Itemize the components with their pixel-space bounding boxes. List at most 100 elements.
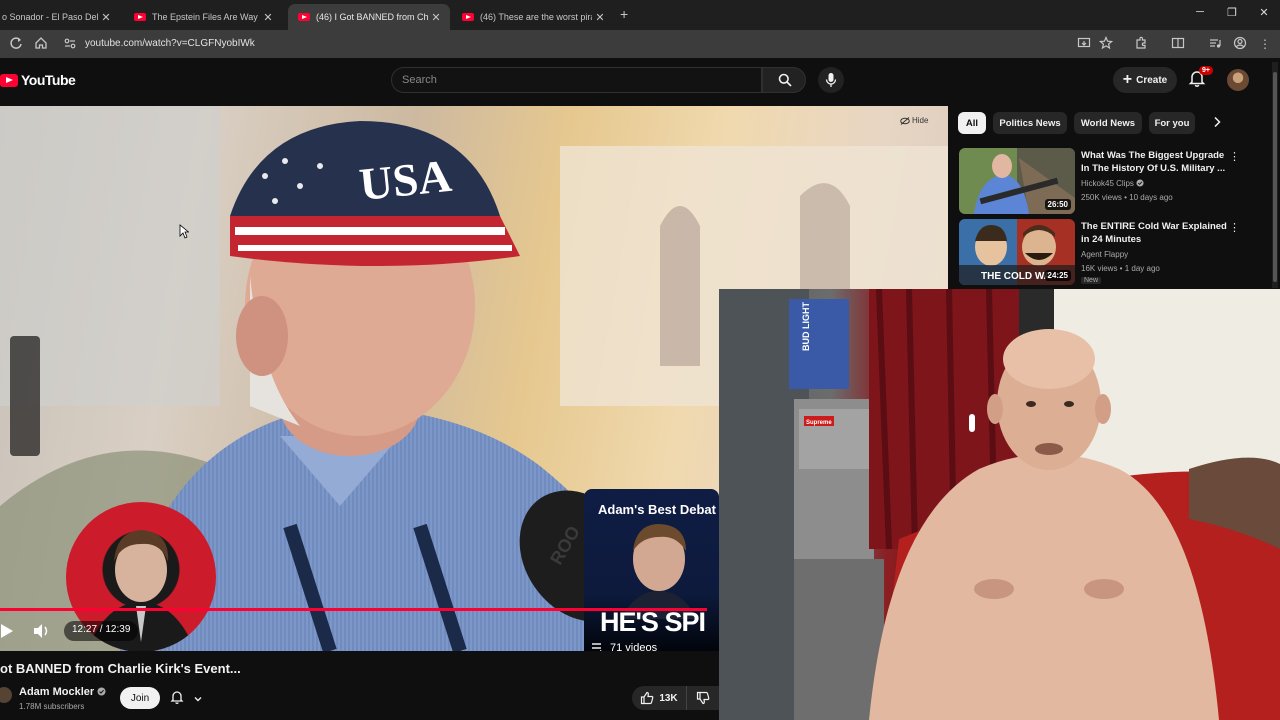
- verified-icon: [97, 687, 106, 696]
- join-button[interactable]: Join: [120, 687, 160, 709]
- browser-tab[interactable]: (46) These are the worst pirate ✕: [452, 4, 614, 30]
- chip-politics-news[interactable]: Politics News: [993, 112, 1067, 134]
- youtube-header: YouTube + Create 9+: [0, 58, 1280, 106]
- hide-label: Hide: [912, 116, 929, 125]
- close-icon[interactable]: ✕: [428, 11, 444, 24]
- video-thumbnail[interactable]: THE COLD WA 24:25: [959, 219, 1075, 285]
- plus-icon: +: [1122, 71, 1133, 88]
- reco-meta: 16K views • 1 day ago: [1081, 264, 1160, 273]
- reco-title[interactable]: What Was The Biggest Upgrade In The Hist…: [1081, 149, 1227, 175]
- play-icon[interactable]: [0, 623, 14, 639]
- create-button[interactable]: + Create: [1113, 67, 1177, 93]
- like-count: 13K: [659, 692, 678, 704]
- dislike-button[interactable]: [686, 686, 719, 710]
- install-app-icon[interactable]: [1076, 36, 1092, 52]
- chevron-down-icon: [194, 697, 202, 702]
- more-options-icon[interactable]: ⋮: [1229, 221, 1240, 234]
- youtube-logo[interactable]: YouTube: [0, 72, 76, 88]
- recommended-video[interactable]: THE COLD WA 24:25 The ENTIRE Cold War Ex…: [959, 219, 1269, 285]
- youtube-favicon-icon: [462, 13, 474, 21]
- close-icon[interactable]: ✕: [98, 11, 114, 24]
- tab-title: The Epstein Files Are Way Worst: [152, 12, 260, 22]
- eye-off-icon: [900, 116, 910, 125]
- extensions-icon[interactable]: [1133, 36, 1149, 52]
- reading-mode-icon[interactable]: [1170, 36, 1186, 52]
- tab-title: (46) I Got BANNED from Charlie: [316, 12, 428, 22]
- reco-channel[interactable]: Hickok45 Clips: [1081, 179, 1144, 188]
- hide-button[interactable]: Hide: [900, 116, 928, 125]
- video-duration: 26:50: [1044, 199, 1071, 210]
- chips-next-button[interactable]: [1212, 116, 1222, 131]
- reco-channel-name[interactable]: Agent Flappy: [1081, 250, 1128, 259]
- browser-tab-active[interactable]: (46) I Got BANNED from Charlie ✕: [288, 4, 450, 30]
- video-thumbnail[interactable]: 26:50: [959, 148, 1075, 214]
- search-input[interactable]: [392, 68, 761, 92]
- chevron-right-icon: [1214, 116, 1221, 128]
- close-icon[interactable]: ✕: [260, 11, 276, 24]
- browser-tab-bar: o Sonador - El Paso Del Gi ✕ The Epstein…: [0, 0, 1280, 30]
- scrollbar-thumb[interactable]: [1273, 72, 1277, 282]
- thumbs-up-icon: [641, 691, 654, 705]
- new-badge: New: [1081, 277, 1102, 284]
- verified-icon: [1136, 179, 1144, 187]
- webcam-scene: BUD LIGHT Supreme: [719, 289, 1280, 720]
- reco-meta: 250K views • 10 days ago: [1081, 193, 1173, 202]
- reco-channel-name: Hickok45 Clips: [1081, 179, 1134, 188]
- page-scrollbar[interactable]: [1272, 62, 1278, 288]
- video-duration: 24:25: [1044, 270, 1071, 281]
- like-button[interactable]: 13K: [632, 686, 686, 710]
- cap-text: USA: [357, 150, 454, 210]
- new-tab-button[interactable]: +: [620, 6, 628, 22]
- volume-icon[interactable]: [32, 622, 52, 640]
- reco-title[interactable]: The ENTIRE Cold War Explained in 24 Minu…: [1081, 220, 1227, 246]
- fridge-sticker-text: Supreme: [806, 420, 832, 426]
- playlist-title: Adam's Best Debat: [598, 502, 716, 517]
- home-icon[interactable]: [33, 36, 49, 52]
- thumbs-down-icon: [696, 691, 710, 705]
- restore-icon[interactable]: ❐: [1222, 6, 1242, 19]
- subscriber-count: 1.78M subscribers: [19, 702, 85, 711]
- chip-for-you[interactable]: For you: [1149, 112, 1195, 134]
- browser-tab[interactable]: o Sonador - El Paso Del Gi ✕: [0, 4, 120, 30]
- create-label: Create: [1136, 74, 1168, 86]
- search-icon: [778, 73, 792, 87]
- playlist-count-text: 71 videos: [610, 642, 658, 651]
- channel-avatar[interactable]: [0, 687, 12, 703]
- channel-name[interactable]: Adam Mockler: [19, 686, 106, 698]
- playlist-icon: [592, 643, 602, 651]
- tab-title: o Sonador - El Paso Del Gi: [2, 12, 98, 22]
- site-info-icon[interactable]: [62, 36, 78, 52]
- video-progress-bar[interactable]: [0, 608, 707, 611]
- chip-world-news[interactable]: World News: [1074, 112, 1142, 134]
- video-time: 12:27 / 12:39: [64, 621, 139, 641]
- browser-menu-icon[interactable]: ⋮: [1257, 36, 1273, 52]
- voice-search-button[interactable]: [818, 67, 844, 93]
- mouse-cursor-icon: [179, 224, 189, 239]
- youtube-logo-text: YouTube: [21, 72, 76, 88]
- window-close-icon[interactable]: ✕: [1254, 6, 1274, 19]
- youtube-favicon-icon: [134, 13, 146, 21]
- reload-icon[interactable]: [8, 36, 24, 52]
- recommended-video[interactable]: 26:50 What Was The Biggest Upgrade In Th…: [959, 148, 1269, 214]
- webcam-overlay: BUD LIGHT Supreme: [719, 289, 1280, 720]
- close-icon[interactable]: ✕: [592, 11, 608, 24]
- bookmark-star-icon[interactable]: [1098, 35, 1114, 52]
- playlist-thumbnail-portrait: [622, 524, 696, 619]
- tab-title: (46) These are the worst pirate: [480, 12, 592, 22]
- media-controls-icon[interactable]: [1207, 36, 1223, 52]
- youtube-play-logo-icon: [0, 73, 18, 87]
- browser-tab[interactable]: The Epstein Files Are Way Worst ✕: [124, 4, 282, 30]
- chip-all[interactable]: All: [958, 112, 986, 134]
- profile-icon[interactable]: [1232, 36, 1248, 52]
- subscription-bell-button[interactable]: [170, 690, 203, 707]
- search-button[interactable]: [762, 67, 806, 93]
- more-options-icon[interactable]: ⋮: [1229, 150, 1240, 163]
- thumbnail-text: THE COLD WA: [981, 271, 1051, 282]
- browser-toolbar: youtube.com/watch?v=CLGFNyobIWk ⋮: [0, 30, 1280, 58]
- notification-badge: 9+: [1199, 66, 1213, 75]
- video-title: ot BANNED from Charlie Kirk's Event...: [0, 661, 241, 676]
- address-bar[interactable]: youtube.com/watch?v=CLGFNyobIWk: [85, 38, 255, 49]
- account-avatar[interactable]: [1227, 69, 1249, 91]
- minimize-icon[interactable]: ─: [1190, 6, 1210, 18]
- microphone-icon: [825, 73, 837, 87]
